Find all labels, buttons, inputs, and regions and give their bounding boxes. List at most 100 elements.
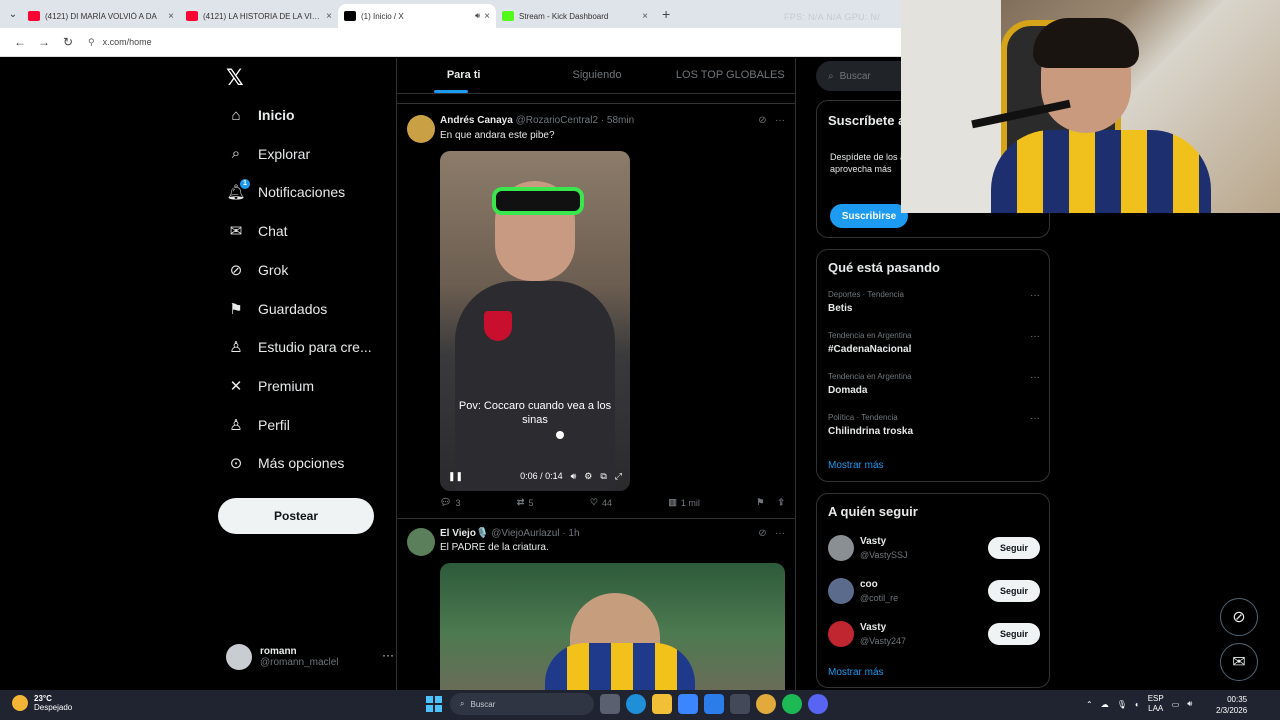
messages-fab-icon[interactable]: ✉	[1220, 643, 1258, 681]
bookmark-button[interactable]: ⚑ ⇪	[756, 497, 785, 508]
new-tab-button[interactable]: +	[662, 6, 670, 22]
url-field[interactable]: ⚲ x.com/home	[88, 37, 152, 48]
game-icon[interactable]	[730, 694, 750, 714]
tweet-photo[interactable]	[440, 563, 785, 690]
like-button[interactable]: ♡ 44	[590, 497, 612, 508]
tweet-author-handle[interactable]: @RozarioCentral2	[516, 115, 598, 126]
more-icon[interactable]: ···	[775, 528, 785, 539]
pause-icon[interactable]: ❚❚	[448, 471, 463, 482]
volume-icon[interactable]: 🔊︎	[1187, 699, 1192, 709]
browser-tab-active[interactable]: (1) Inicio / X 🔊︎ ×	[338, 4, 496, 28]
tab-search-icon[interactable]: ⌄	[4, 5, 22, 23]
discord-icon[interactable]	[808, 694, 828, 714]
fullscreen-icon[interactable]: ⤢	[615, 471, 622, 482]
more-icon[interactable]: ···	[1030, 331, 1040, 342]
tab-top-globales[interactable]: LOS TOP GLOBALES	[664, 58, 795, 93]
site-info-icon[interactable]: ⚲	[88, 37, 95, 48]
views-button[interactable]: ▥ 1 mil	[668, 497, 700, 508]
reload-icon[interactable]: ↻	[56, 35, 80, 49]
more-icon[interactable]: ···	[775, 115, 785, 126]
nav-item-chat[interactable]: ✉ Chat	[226, 216, 288, 246]
file-explorer-icon[interactable]	[652, 694, 672, 714]
chevron-up-icon[interactable]: ⌃	[1086, 700, 1093, 709]
pip-icon[interactable]: ⧉	[600, 471, 606, 482]
tweet[interactable]: El Viejo🎙️ @ViejoAurlazul · 1h ⊘ ··· El …	[397, 519, 795, 690]
tweet-author-name[interactable]: Andrés Canaya	[440, 115, 513, 126]
speaker-icon[interactable]: 🔊︎	[475, 11, 480, 21]
windows-start-icon[interactable]	[424, 694, 444, 714]
trend-item[interactable]: Deportes · Tendencia Betis ···	[828, 290, 1040, 314]
volume-icon[interactable]: 🔊︎	[571, 471, 577, 482]
browser-tab[interactable]: (4121) LA HISTORIA DE LA VICT ×	[180, 4, 338, 28]
back-icon[interactable]: ←	[8, 35, 32, 49]
follow-button[interactable]: Seguir	[988, 580, 1040, 602]
share-icon[interactable]: ⇪	[777, 497, 785, 508]
close-icon[interactable]: ×	[326, 11, 332, 22]
tweet-video[interactable]: Pov: Coccaro cuando vea a los sinas ❚❚ 0…	[440, 151, 630, 491]
avatar[interactable]	[828, 535, 854, 561]
post-button[interactable]: Postear	[218, 498, 374, 534]
task-view-icon[interactable]	[600, 694, 620, 714]
settings-icon[interactable]: ⚙	[584, 471, 592, 482]
nav-item-estudio-para-cre[interactable]: ♙ Estudio para cre...	[226, 332, 371, 362]
follow-button[interactable]: Seguir	[988, 623, 1040, 645]
tray-app-icon[interactable]: ◐	[1135, 700, 1140, 709]
account-switcher[interactable]: romann @romann_maclel ···	[226, 642, 394, 672]
follow-suggestion[interactable]: coo @cotil_re Seguir	[828, 577, 1040, 607]
grok-fab-icon[interactable]: ⊘	[1220, 598, 1258, 636]
nav-item-premium[interactable]: ✕ Premium	[226, 371, 314, 401]
subscribe-button[interactable]: Suscribirse	[830, 204, 908, 228]
forward-icon[interactable]: →	[32, 35, 56, 49]
language-indicator[interactable]: ESP LAA	[1148, 694, 1164, 714]
repost-button[interactable]: ⇄ 5	[517, 497, 534, 508]
tweet-author-handle[interactable]: @ViejoAurlazul	[491, 528, 559, 539]
browser-tab[interactable]: (4121) DI MARÍA VOLVIÓ A DA ×	[22, 4, 180, 28]
store-icon[interactable]	[678, 694, 698, 714]
tweet-time[interactable]: 1h	[568, 528, 579, 539]
video-scrubber[interactable]	[556, 431, 564, 439]
nav-item-más-opciones[interactable]: ⊙ Más opciones	[226, 448, 345, 478]
close-icon[interactable]: ×	[484, 11, 490, 22]
tab-following[interactable]: Siguiendo	[530, 58, 663, 93]
more-icon[interactable]: ···	[1030, 372, 1040, 383]
trend-item[interactable]: Tendencia en Argentina #CadenaNacional ···	[828, 331, 1040, 355]
follow-button[interactable]: Seguir	[988, 537, 1040, 559]
close-icon[interactable]: ×	[642, 11, 648, 22]
follow-suggestion[interactable]: Vasty @Vasty247 Seguir	[828, 620, 1040, 650]
x-logo-icon[interactable]: 𝕏	[226, 66, 244, 91]
nav-item-notificaciones[interactable]: 🔔︎ 1 Notificaciones	[226, 177, 345, 207]
browser-tab[interactable]: Stream - Kick Dashboard ×	[496, 4, 654, 28]
mic-icon[interactable]: 🎙︎	[1117, 700, 1127, 709]
tweet[interactable]: Andrés Canaya @RozarioCentral2 · 58min ⊘…	[397, 105, 795, 519]
nav-item-grok[interactable]: ⊘ Grok	[226, 255, 289, 285]
more-icon[interactable]: ···	[1030, 290, 1040, 301]
nav-item-explorar[interactable]: ⌕ Explorar	[226, 139, 310, 169]
follow-suggestion[interactable]: Vasty @VastySSJ Seguir	[828, 534, 1040, 564]
avatar[interactable]	[407, 528, 435, 556]
cloud-icon[interactable]: ☁	[1101, 700, 1109, 709]
more-icon[interactable]: ···	[1030, 413, 1040, 424]
tweet-author-name[interactable]: El Viejo🎙️	[440, 528, 488, 539]
avatar[interactable]	[407, 115, 435, 143]
nav-item-perfil[interactable]: ♙ Perfil	[226, 410, 290, 440]
clock[interactable]: 00:35 2/3/2026	[1216, 694, 1247, 716]
chrome-icon[interactable]	[756, 694, 776, 714]
trend-item[interactable]: Política · Tendencia Chilindrina troska ··…	[828, 413, 1040, 437]
grok-icon[interactable]: ⊘	[758, 528, 766, 539]
grok-icon[interactable]: ⊘	[758, 115, 766, 126]
spotify-icon[interactable]	[782, 694, 802, 714]
edge-icon[interactable]	[626, 694, 646, 714]
more-icon[interactable]: ···	[382, 648, 394, 662]
show-more-link[interactable]: Mostrar más	[828, 460, 884, 471]
avatar[interactable]	[828, 621, 854, 647]
trend-item[interactable]: Tendencia en Argentina Domada ···	[828, 372, 1040, 396]
nav-item-inicio[interactable]: ⌂ Inicio	[226, 100, 294, 130]
avatar[interactable]	[828, 578, 854, 604]
nav-item-guardados[interactable]: ⚑ Guardados	[226, 294, 327, 324]
tweet-time[interactable]: 58min	[607, 115, 634, 126]
tab-for-you[interactable]: Para ti	[397, 58, 530, 93]
network-icon[interactable]: ▭	[1172, 700, 1180, 709]
close-icon[interactable]: ×	[168, 11, 174, 22]
show-more-link[interactable]: Mostrar más	[828, 667, 884, 678]
taskbar-search[interactable]: ⌕ Buscar	[450, 693, 594, 715]
